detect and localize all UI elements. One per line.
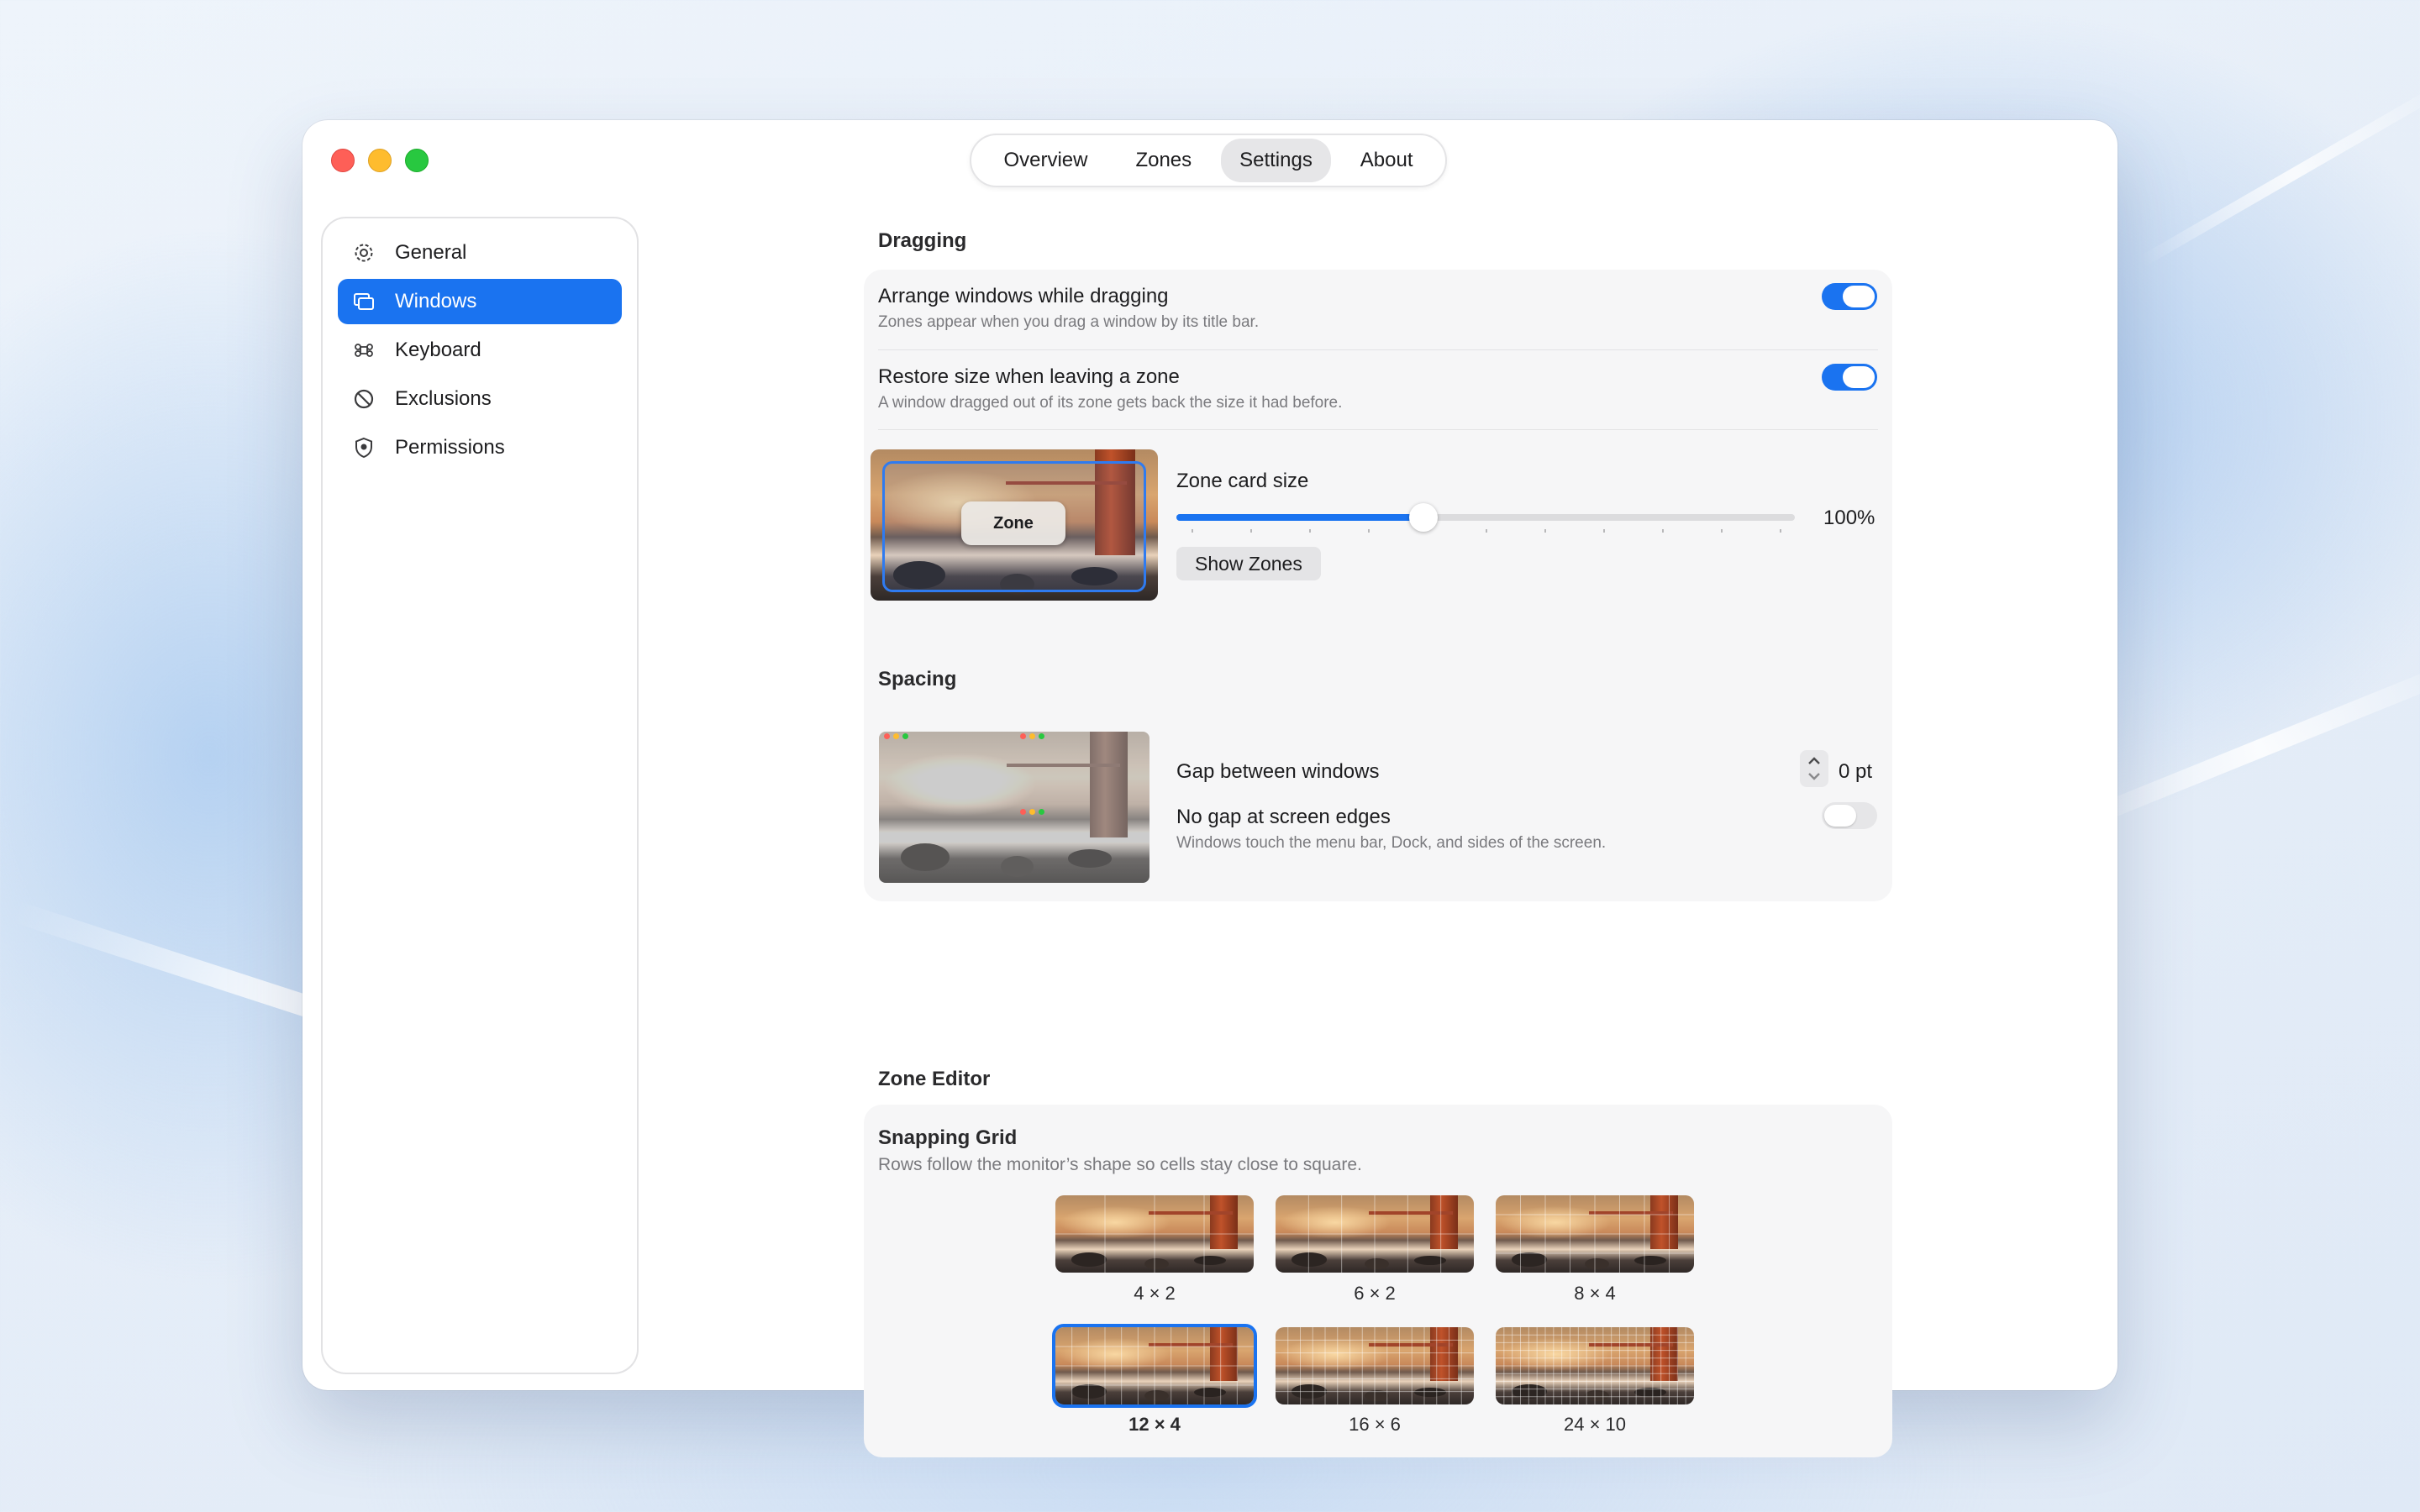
- window-controls: [331, 149, 429, 172]
- snapping-grid-description: Rows follow the monitor’s shape so cells…: [878, 1155, 1362, 1174]
- command-icon: [353, 339, 375, 361]
- grid-option-16x6[interactable]: [1276, 1327, 1474, 1404]
- grid-option-24x10[interactable]: [1496, 1327, 1694, 1404]
- slider-tick: [1250, 529, 1252, 533]
- sidebar: General Windows Keyboard Exclusions Perm…: [321, 217, 639, 1374]
- tab-about[interactable]: About: [1342, 139, 1432, 182]
- grid-option-label: 16 × 6: [1349, 1414, 1401, 1435]
- slider-knob[interactable]: [1409, 503, 1439, 532]
- slider-tick: [1603, 529, 1605, 533]
- grid-option-label: 24 × 10: [1563, 1414, 1626, 1435]
- sidebar-item-windows[interactable]: Windows: [338, 279, 622, 324]
- zone-preview-label: Zone: [961, 501, 1065, 545]
- grid-option-label: 4 × 2: [1134, 1283, 1176, 1304]
- grid-option-8x4[interactable]: [1496, 1195, 1694, 1273]
- slider-tick: [1780, 529, 1781, 533]
- sidebar-item-label: Keyboard: [395, 339, 481, 361]
- section-title-dragging: Dragging: [878, 229, 967, 252]
- sidebar-item-general[interactable]: General: [338, 230, 622, 276]
- gap-value: 0 pt: [1839, 760, 1873, 783]
- slider-tick: [1309, 529, 1311, 533]
- arrange-windows-toggle[interactable]: [1822, 283, 1877, 310]
- sidebar-item-label: Windows: [395, 290, 477, 312]
- spacing-card: Gap between windows 0 pt No gap at scree…: [864, 708, 1892, 901]
- sidebar-item-label: Permissions: [395, 436, 505, 459]
- slider-tick: [1662, 529, 1664, 533]
- gap-stepper[interactable]: [1800, 750, 1828, 787]
- windows-icon: [353, 291, 375, 312]
- restore-size-toggle[interactable]: [1822, 364, 1877, 391]
- divider: [878, 429, 1878, 430]
- tab-overview[interactable]: Overview: [985, 139, 1106, 182]
- settings-window: Overview Zones Settings About General Wi…: [302, 120, 2118, 1457]
- no-edge-gap-toggle[interactable]: [1822, 802, 1877, 829]
- section-title-spacing: Spacing: [878, 668, 957, 690]
- preview-window-dots: [884, 733, 908, 739]
- zone-card-size-slider[interactable]: [1176, 503, 1795, 533]
- grid-option-label: 8 × 4: [1574, 1283, 1616, 1304]
- zoom-window-button[interactable]: [405, 149, 429, 172]
- zone-card-size-label: Zone card size: [1176, 470, 1309, 492]
- minimize-window-button[interactable]: [368, 149, 392, 172]
- slider-tick: [1486, 529, 1487, 533]
- section-title-zone-editor: Zone Editor: [878, 1068, 991, 1090]
- stepper-arrows-icon: [1808, 757, 1820, 780]
- grid-option-label: 6 × 2: [1354, 1283, 1396, 1304]
- tab-zones[interactable]: Zones: [1117, 139, 1210, 182]
- preview-window-dots: [1020, 809, 1044, 815]
- grid-option-label: 12 × 4: [1128, 1414, 1181, 1435]
- spacing-preview: [879, 732, 1150, 883]
- sidebar-item-exclusions[interactable]: Exclusions: [338, 376, 622, 422]
- restore-size-label: Restore size when leaving a zone: [878, 365, 1180, 388]
- zone-editor-card: Snapping Grid Rows follow the monitor’s …: [864, 1105, 1892, 1457]
- grid-option-12x4[interactable]: [1052, 1324, 1257, 1408]
- show-zones-button[interactable]: Show Zones: [1176, 547, 1321, 580]
- snapping-grid-title: Snapping Grid: [878, 1126, 1018, 1149]
- dragging-card: Arrange windows while dragging Zones app…: [864, 270, 1892, 743]
- slider-tick: [1721, 529, 1723, 533]
- tab-settings[interactable]: Settings: [1221, 139, 1331, 182]
- background-streak: [2138, 80, 2420, 268]
- arrange-windows-label: Arrange windows while dragging: [878, 285, 1169, 307]
- top-tab-bar: Overview Zones Settings About: [970, 134, 1447, 187]
- sidebar-item-keyboard[interactable]: Keyboard: [338, 328, 622, 373]
- sidebar-item-label: Exclusions: [395, 387, 492, 410]
- no-edge-gap-description: Windows touch the menu bar, Dock, and si…: [1176, 834, 1607, 852]
- no-edge-gap-label: No gap at screen edges: [1176, 806, 1391, 828]
- slider-tick: [1192, 529, 1193, 533]
- prohibited-icon: [353, 388, 375, 410]
- divider: [878, 349, 1878, 350]
- zone-card-size-value: 100%: [1823, 507, 1876, 529]
- gear-icon: [353, 242, 375, 264]
- preview-window-dots: [1020, 733, 1044, 739]
- grid-option-6x2[interactable]: [1276, 1195, 1474, 1273]
- slider-tick: [1368, 529, 1370, 533]
- sidebar-item-permissions[interactable]: Permissions: [338, 425, 622, 470]
- grid-option-4x2[interactable]: [1055, 1195, 1254, 1273]
- arrange-windows-description: Zones appear when you drag a window by i…: [878, 313, 1260, 331]
- restore-size-description: A window dragged out of its zone gets ba…: [878, 394, 1343, 412]
- gap-between-windows-label: Gap between windows: [1176, 760, 1380, 783]
- shield-icon: [353, 437, 375, 459]
- sidebar-item-label: General: [395, 241, 467, 264]
- slider-fill: [1176, 514, 1424, 521]
- slider-tick: [1544, 529, 1546, 533]
- close-window-button[interactable]: [331, 149, 355, 172]
- zone-card-preview: Zone: [871, 449, 1158, 601]
